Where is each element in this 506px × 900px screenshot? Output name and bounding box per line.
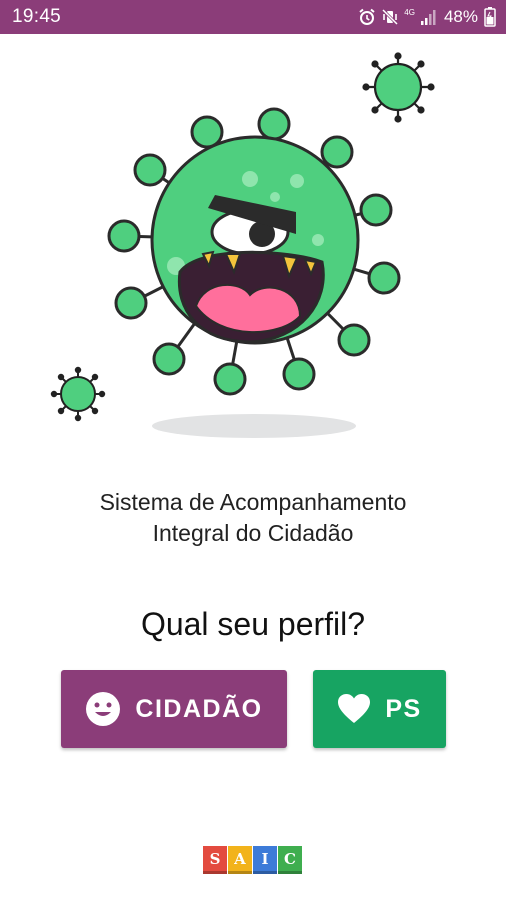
smiley-face-icon [86, 692, 121, 726]
vibrate-mute-icon [382, 8, 399, 26]
virus-monster-icon [50, 52, 435, 438]
small-virus-icon [50, 366, 106, 422]
logo-letter-i: I [253, 846, 277, 874]
status-time: 19:45 [12, 6, 62, 27]
network-label: 4G [404, 8, 415, 17]
cidadao-button[interactable]: CIDADÃO [61, 670, 287, 748]
battery-icon [484, 7, 496, 27]
logo-letter-a: A [228, 846, 252, 874]
cidadao-button-label: CIDADÃO [135, 694, 263, 723]
status-icons: 4G [358, 8, 438, 26]
app-subtitle: Sistema de Acompanhamento Integral do Ci… [0, 487, 506, 549]
ps-button[interactable]: PS [313, 670, 446, 748]
logo-letter-s: S [203, 846, 227, 874]
battery-percent: 48% [443, 7, 478, 26]
subtitle-line-2: Integral do Cidadão [152, 520, 354, 546]
logo-letter-c: C [278, 846, 302, 874]
small-virus-icon [362, 52, 435, 123]
status-bar: 19:45 4G 48% [0, 0, 506, 34]
status-right: 4G 48% [358, 7, 496, 27]
heart-icon [338, 694, 371, 723]
alarm-icon [359, 8, 375, 25]
saic-logo: S A I C [203, 846, 305, 876]
illustration-shadow [152, 414, 356, 438]
signal-icon [420, 10, 436, 25]
subtitle-line-1: Sistema de Acompanhamento [99, 489, 407, 515]
profile-question: Qual seu perfil? [140, 606, 366, 642]
ps-button-label: PS [385, 694, 422, 723]
